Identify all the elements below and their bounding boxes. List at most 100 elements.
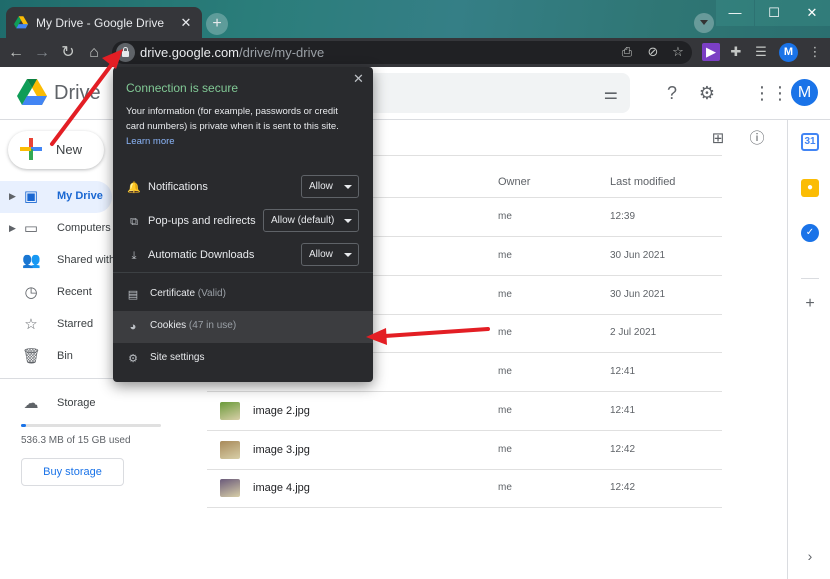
address-bar[interactable]: drive.google.com/drive/my-drive — [112, 41, 692, 64]
sidebar-item-my-drive[interactable]: ▶ ▣ My Drive — [0, 181, 112, 213]
search-options-icon[interactable]: ⚌ — [604, 84, 618, 104]
settings-gear-icon[interactable]: ⚙ — [695, 81, 719, 105]
permission-select-automatic-downloads[interactable]: Allow — [301, 243, 359, 266]
file-owner: me — [498, 289, 512, 300]
tracking-blocked-icon[interactable]: ⊘ — [644, 43, 662, 61]
sidebar-item-label: Starred — [57, 318, 94, 330]
file-owner: me — [498, 444, 512, 455]
extensions-puzzle-icon[interactable]: ✚ — [727, 43, 745, 61]
forward-icon[interactable]: → — [31, 42, 53, 64]
reading-list-icon[interactable]: ☰ — [752, 43, 770, 61]
file-last-modified: 12:42 — [610, 482, 636, 493]
browser-toolbar: ← → ↻ ⌂ drive.google.com/drive/my-drive … — [0, 38, 830, 67]
storage-progress — [21, 424, 161, 427]
owner-column-header[interactable]: Owner — [498, 176, 530, 188]
tab-title: My Drive - Google Drive — [36, 15, 165, 30]
popup-item-text: Certificate — [150, 288, 196, 299]
table-row[interactable]: image 4.jpg me 12:42 — [207, 469, 722, 508]
new-tab-button[interactable]: + — [206, 13, 228, 35]
sidebar-item-label: My Drive — [57, 190, 103, 202]
keep-icon[interactable]: ● — [801, 179, 819, 197]
clock-icon: ◷ — [24, 284, 38, 301]
calendar-icon[interactable]: 31 — [801, 133, 819, 151]
bin-icon: 🗑 — [22, 348, 42, 365]
new-button-label: New — [56, 142, 83, 157]
tab-close-icon[interactable]: ✕ — [178, 15, 194, 31]
file-owner: me — [498, 327, 512, 338]
popup-item-site-settings[interactable]: ⚙ Site settings — [113, 343, 373, 375]
drive-logo-text[interactable]: Drive — [54, 82, 101, 105]
apps-grid-icon[interactable]: ⋮⋮ — [753, 81, 789, 105]
popup-item-text: Cookies — [150, 320, 187, 331]
learn-more-link[interactable]: Learn more — [126, 136, 175, 147]
shared-icon: 👥 — [22, 252, 41, 269]
connection-description: Your information (for example, passwords… — [126, 106, 339, 132]
tasks-icon[interactable]: ✓ — [801, 224, 819, 242]
expand-caret-icon[interactable]: ▶ — [9, 191, 16, 202]
permission-label: Automatic Downloads — [148, 249, 255, 261]
file-name: image 4.jpg — [253, 482, 310, 494]
file-name: image 3.jpg — [253, 444, 310, 456]
certificate-icon: ▤ — [127, 289, 139, 301]
file-last-modified: 30 Jun 2021 — [610, 289, 666, 300]
table-row[interactable]: image 3.jpg me 12:42 — [207, 431, 722, 470]
buy-storage-button[interactable]: Buy storage — [21, 458, 124, 486]
file-owner: me — [498, 482, 512, 493]
help-icon[interactable]: ? — [660, 81, 684, 105]
reload-icon[interactable]: ↻ — [57, 42, 79, 64]
browser-titlebar: My Drive - Google Drive ✕ + — ☐ ✕ — [0, 0, 830, 38]
tab-search-icon[interactable] — [694, 13, 714, 33]
file-owner: me — [498, 211, 512, 222]
storage-label[interactable]: Storage — [57, 397, 96, 409]
drive-logo-icon[interactable] — [17, 79, 47, 106]
permission-select-notifications[interactable]: Allow — [301, 175, 359, 198]
gear-icon: ⚙ — [128, 353, 138, 365]
file-owner: me — [498, 366, 512, 377]
file-last-modified: 12:41 — [610, 405, 636, 416]
popup-item-text: Site settings — [150, 352, 205, 363]
extension-media-icon[interactable]: ▶ — [702, 43, 720, 61]
grid-view-icon[interactable]: ⊞ — [707, 128, 729, 150]
storage-usage-text: 536.3 MB of 15 GB used — [21, 435, 131, 446]
minimize-button[interactable]: — — [716, 0, 754, 26]
maximize-button[interactable]: ☐ — [755, 0, 793, 26]
my-drive-icon: ▣ — [23, 188, 39, 205]
bookmark-star-icon[interactable]: ☆ — [669, 43, 687, 61]
file-last-modified: 12:42 — [610, 444, 636, 455]
browser-profile-avatar[interactable]: M — [779, 43, 798, 62]
site-info-popup: Connection is secure ✕ Your information … — [113, 67, 373, 382]
browser-tab[interactable]: My Drive - Google Drive ✕ — [6, 7, 202, 38]
expand-panel-icon[interactable]: › — [801, 547, 819, 565]
table-row[interactable]: image 2.jpg me 12:41 — [207, 392, 722, 431]
home-icon[interactable]: ⌂ — [83, 42, 105, 64]
install-app-icon[interactable]: ⎙ — [618, 43, 636, 61]
add-addon-icon[interactable]: + — [801, 295, 819, 313]
drive-favicon-icon — [14, 16, 28, 29]
popup-item-cookies[interactable]: ◕ Cookies (47 in use) — [113, 311, 373, 343]
file-last-modified: 12:41 — [610, 366, 636, 377]
popup-item-certificate[interactable]: ▤ Certificate (Valid) — [113, 279, 373, 311]
file-last-modified: 12:39 — [610, 211, 636, 222]
sidebar-item-label: Computers — [57, 222, 111, 234]
back-icon[interactable]: ← — [5, 42, 27, 64]
sidebar-item-label: Bin — [57, 350, 73, 362]
account-avatar[interactable]: M — [791, 79, 818, 106]
file-last-modified: 2 Jul 2021 — [610, 327, 657, 338]
permission-select-pop-ups-and-redirects[interactable]: Allow (default) — [263, 209, 359, 232]
popup-close-icon[interactable]: ✕ — [353, 71, 364, 87]
window-close-button[interactable]: ✕ — [793, 0, 830, 26]
download-icon: ⤓ — [131, 250, 137, 262]
side-panel-divider — [801, 278, 819, 279]
popup-item-label: Certificate (Valid) — [150, 288, 226, 299]
lock-icon[interactable] — [116, 43, 135, 62]
browser-menu-icon[interactable]: ⋮ — [806, 43, 824, 61]
last-modified-column-header[interactable]: Last modified — [610, 176, 675, 188]
file-last-modified: 30 Jun 2021 — [610, 250, 666, 261]
file-owner: me — [498, 250, 512, 261]
bell-icon: 🔔 — [127, 182, 141, 194]
expand-caret-icon[interactable]: ▶ — [9, 223, 16, 234]
star-icon: ☆ — [24, 316, 38, 333]
permission-label: Notifications — [148, 181, 208, 193]
info-icon[interactable]: ⓘ — [746, 128, 768, 150]
new-button[interactable]: New — [8, 131, 104, 169]
